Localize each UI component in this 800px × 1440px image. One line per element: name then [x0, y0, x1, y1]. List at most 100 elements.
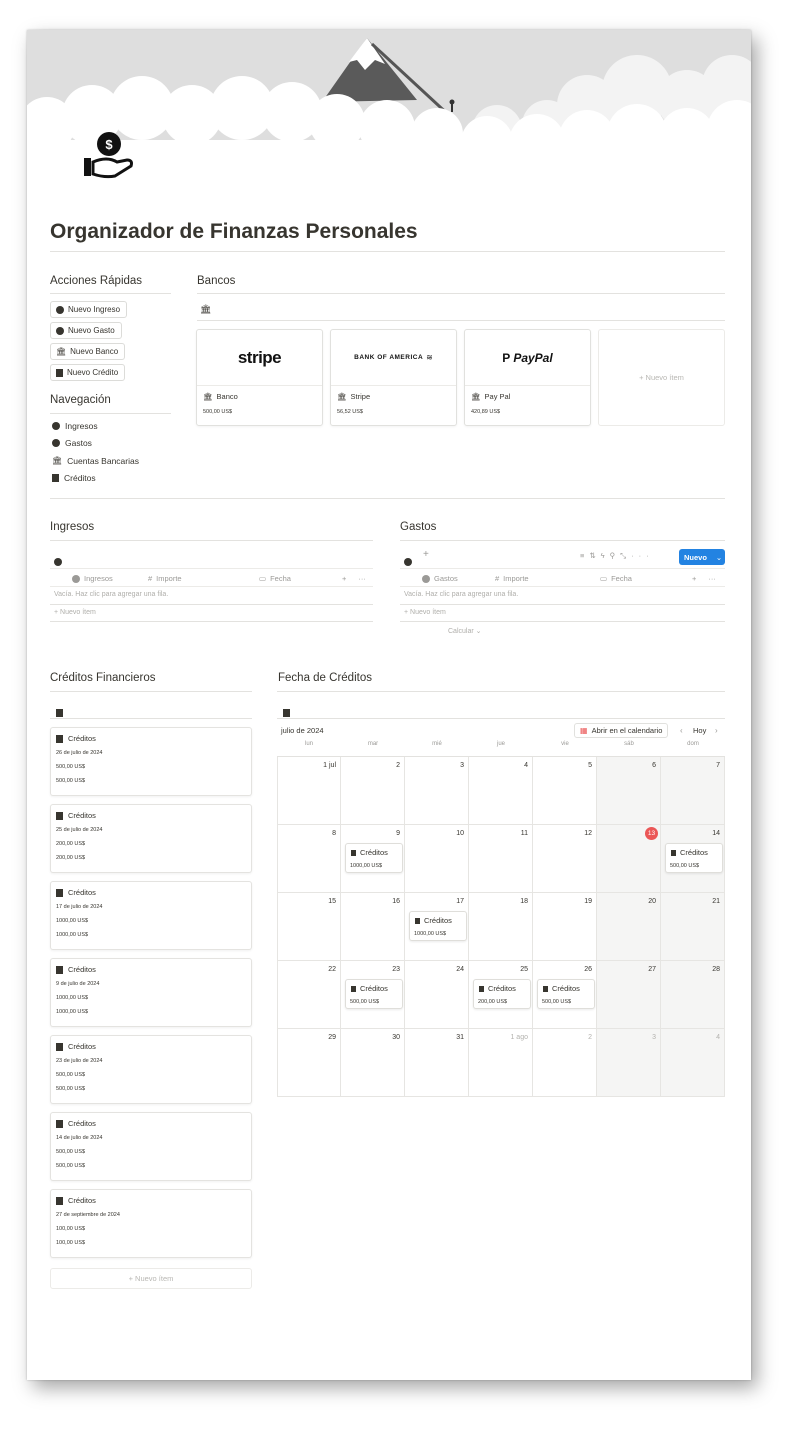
new-expense-button[interactable]: Nuevo Gasto: [50, 322, 122, 339]
calendar-day-cell[interactable]: 5: [533, 757, 597, 825]
new-bank-item-button[interactable]: + Nuevo ítem: [598, 329, 725, 426]
calendar-day-cell[interactable]: 15: [277, 893, 341, 961]
credit-card-title: Créditos: [56, 965, 96, 974]
nav-item-creditos[interactable]: Créditos: [52, 473, 96, 483]
credit-doc-icon: [479, 985, 484, 992]
nav-item-ingresos[interactable]: Ingresos: [52, 421, 98, 431]
calendar-day-cell[interactable]: 13: [597, 825, 661, 893]
view-toolbar-icons[interactable]: ≡⇅ϟ⚲⤡···: [580, 551, 654, 561]
calendar-day-cell[interactable]: 30: [341, 1029, 405, 1097]
calendar-day-cell[interactable]: 31: [405, 1029, 469, 1097]
calendar-day-cell[interactable]: 12: [533, 825, 597, 893]
add-column-button[interactable]: + ···: [342, 574, 366, 583]
column-importe[interactable]: # Importe: [148, 574, 182, 583]
bank-card[interactable]: stripe 🏛 Banco 500,00 US$: [196, 329, 323, 426]
prev-month-button[interactable]: ‹: [680, 726, 683, 735]
event-amount: 500,00 US$: [670, 863, 700, 869]
calendar-day-cell[interactable]: 11: [469, 825, 533, 893]
column-gastos[interactable]: Gastos: [422, 574, 458, 583]
new-bank-button[interactable]: 🏛 Nuevo Banco: [50, 343, 126, 360]
calendar-event-card[interactable]: Créditos 500,00 US$: [345, 979, 403, 1009]
nav-item-cuentas-bancarias[interactable]: 🏛 Cuentas Bancarias: [52, 456, 139, 466]
credit-card[interactable]: Créditos 27 de septiembre de 2024 100,00 U…: [50, 1189, 252, 1258]
today-button[interactable]: Hoy: [693, 726, 706, 735]
paypal-logo: P PayPal: [465, 330, 590, 386]
column-ingresos[interactable]: Ingresos: [72, 574, 113, 583]
open-in-calendar-button[interactable]: ▦ Abrir en el calendario: [574, 723, 669, 738]
calendar-event-card[interactable]: Créditos 500,00 US$: [537, 979, 595, 1009]
calendar-day-cell[interactable]: 22: [277, 961, 341, 1029]
column-importe[interactable]: # Importe: [495, 574, 529, 583]
credit-doc-icon[interactable]: [283, 704, 290, 722]
credit-card[interactable]: Créditos 9 de julio de 2024 1000,00 US$ 100…: [50, 958, 252, 1027]
ingresos-new-item-button[interactable]: + Nuevo ítem: [54, 609, 96, 616]
new-expense-primary-button[interactable]: Nuevo ⌄: [679, 549, 725, 565]
calendar-day-cell[interactable]: 4: [661, 1029, 725, 1097]
credit-card-amount-total: 500,00 US$: [56, 1086, 86, 1092]
calendar-day-cell[interactable]: 2: [341, 757, 405, 825]
day-number: 9: [396, 830, 400, 837]
calendar-day-cell[interactable]: 27: [597, 961, 661, 1029]
calendar-day-cell[interactable]: 7: [661, 757, 725, 825]
column-fecha[interactable]: ▭ Fecha: [259, 574, 291, 583]
weekday-label: jue: [496, 741, 505, 747]
credit-card[interactable]: Créditos 14 de julio de 2024 500,00 US$ 500…: [50, 1112, 252, 1181]
calendar-day-cell[interactable]: 8: [277, 825, 341, 893]
credit-card-amount-total: 1000,00 US$: [56, 1009, 89, 1015]
ingresos-empty-message[interactable]: Vacía. Haz clic para agregar una fila.: [54, 591, 168, 598]
calendar-day-cell[interactable]: 21: [661, 893, 725, 961]
nav-item-gastos[interactable]: Gastos: [52, 438, 92, 448]
arrow-down-circle-icon: [56, 326, 64, 335]
calendar-day-cell[interactable]: 29: [277, 1029, 341, 1097]
new-credit-button[interactable]: Nuevo Crédito: [50, 364, 126, 381]
calendar-day-cell[interactable]: 28: [661, 961, 725, 1029]
credit-doc-icon: [671, 849, 676, 856]
credit-doc-icon[interactable]: [56, 704, 63, 722]
credit-doc-icon: [56, 965, 63, 974]
new-income-button[interactable]: Nuevo Ingreso: [50, 301, 128, 318]
add-column-button[interactable]: + ···: [692, 574, 716, 583]
new-bank-label: Nuevo Banco: [70, 347, 119, 356]
calendar-day-cell[interactable]: 10: [405, 825, 469, 893]
calendar-event-card[interactable]: Créditos 500,00 US$: [665, 843, 723, 873]
hand-holding-dollar-icon[interactable]: $: [81, 130, 137, 186]
credit-card[interactable]: Créditos 17 de julio de 2024 1000,00 US$ 10…: [50, 881, 252, 950]
calendar-day-cell[interactable]: 1 jul: [277, 757, 341, 825]
calendar-day-cell[interactable]: 3: [405, 757, 469, 825]
calendar-day-cell[interactable]: 18: [469, 893, 533, 961]
calendar-day-cell[interactable]: 24: [405, 961, 469, 1029]
calendar-event-card[interactable]: Créditos 1000,00 US$: [409, 911, 467, 941]
weekday-label: lun: [304, 741, 313, 747]
calendar-day-cell[interactable]: 3: [597, 1029, 661, 1097]
day-number: 4: [524, 762, 528, 769]
bank-icon: 🏛: [56, 346, 67, 356]
column-fecha[interactable]: ▭ Fecha: [600, 574, 632, 583]
bank-icon[interactable]: 🏛: [200, 304, 211, 315]
calendar-day-cell[interactable]: 6: [597, 757, 661, 825]
next-month-button[interactable]: ›: [715, 726, 718, 735]
quick-actions-heading: Acciones Rápidas: [50, 275, 143, 287]
nav-item-label: Créditos: [64, 473, 96, 483]
calendar-event-card[interactable]: Créditos 200,00 US$: [473, 979, 531, 1009]
add-view-button[interactable]: +: [423, 549, 429, 560]
bank-card[interactable]: P PayPal 🏛 Pay Pal 420,89 US$: [464, 329, 591, 426]
credit-card[interactable]: Créditos 23 de julio de 2024 500,00 US$ 500…: [50, 1035, 252, 1104]
calendar-event-card[interactable]: Créditos 1000,00 US$: [345, 843, 403, 873]
credit-card[interactable]: Créditos 25 de julio de 2024 200,00 US$ 200…: [50, 804, 252, 873]
calendar-day-cell[interactable]: 19: [533, 893, 597, 961]
calendar-day-cell[interactable]: 4: [469, 757, 533, 825]
calendar-day-cell[interactable]: 1 ago: [469, 1029, 533, 1097]
calendar-day-cell[interactable]: 2: [533, 1029, 597, 1097]
calendar-day-cell[interactable]: 16: [341, 893, 405, 961]
event-amount: 500,00 US$: [350, 999, 380, 1005]
day-number: 17: [456, 898, 464, 905]
gastos-empty-message[interactable]: Vacía. Haz clic para agregar una fila.: [404, 591, 518, 598]
bank-card[interactable]: BANK OF AMERICA ≋ 🏛 Stripe 56,52 US$: [330, 329, 457, 426]
calendar-day-cell[interactable]: 20: [597, 893, 661, 961]
new-credit-item-button[interactable]: + Nuevo ítem: [50, 1268, 252, 1289]
day-number: 10: [456, 830, 464, 837]
credit-card[interactable]: Créditos 26 de julio de 2024 500,00 US$ 500…: [50, 727, 252, 796]
day-number: 21: [712, 898, 720, 905]
calculate-button[interactable]: Calcular ⌄: [448, 627, 482, 635]
gastos-new-item-button[interactable]: + Nuevo ítem: [404, 609, 446, 616]
